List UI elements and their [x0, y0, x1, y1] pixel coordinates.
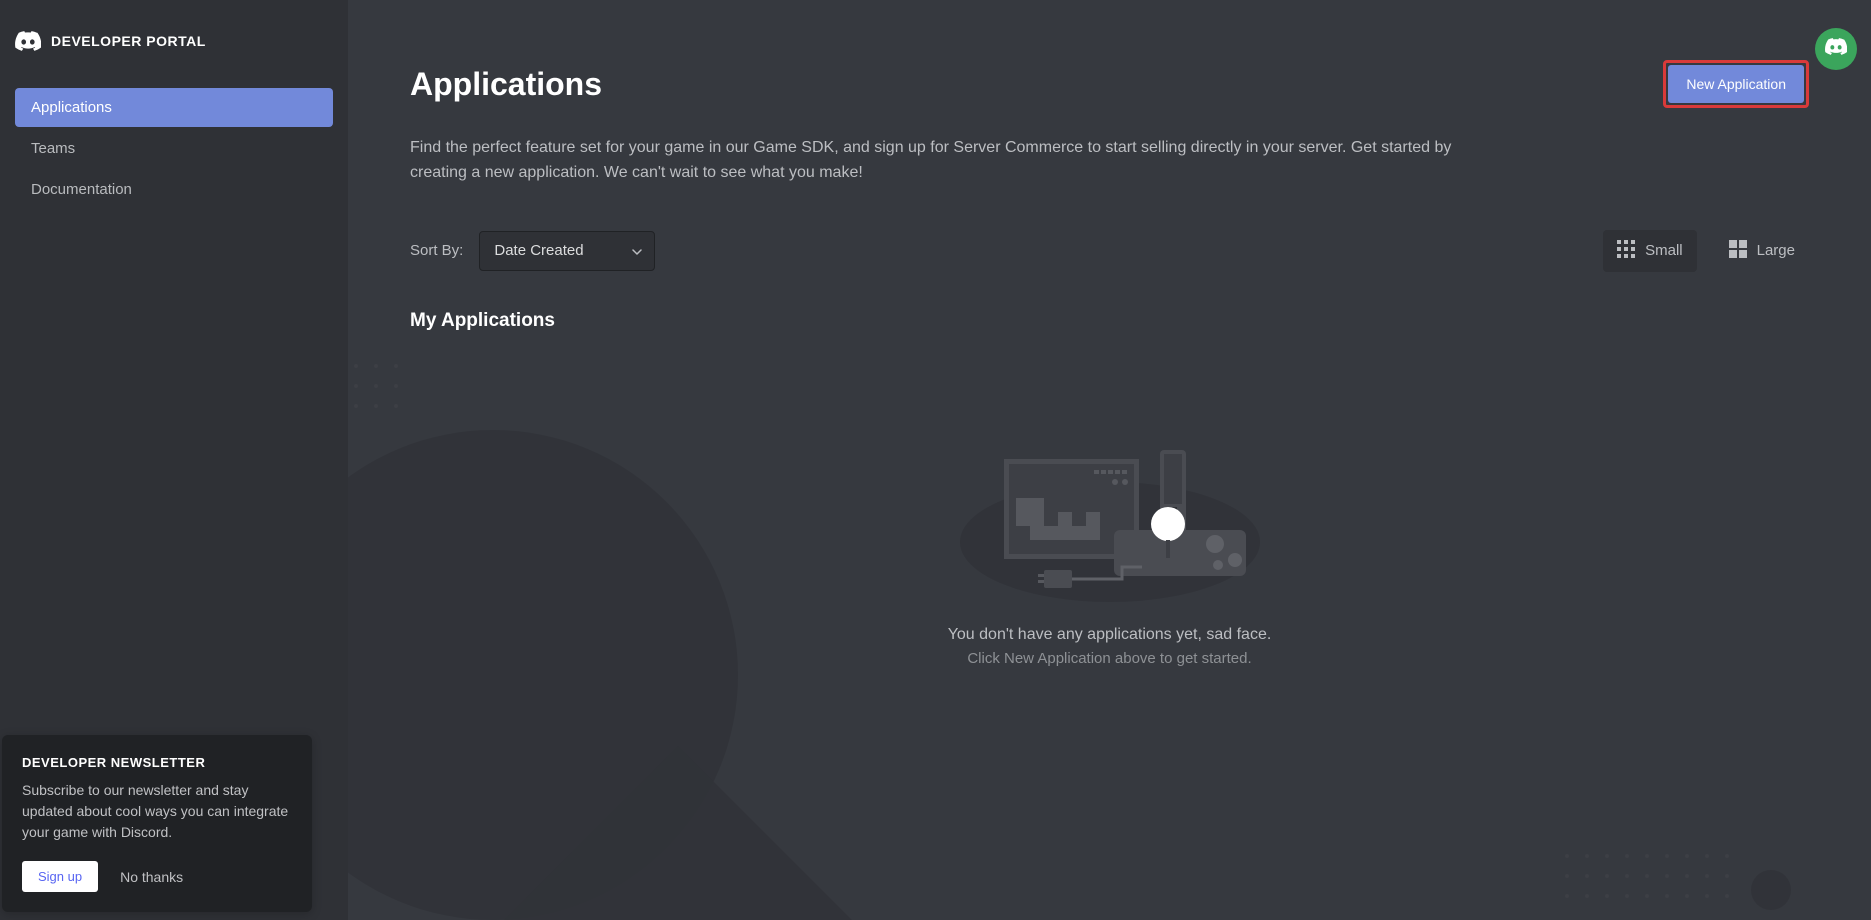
- empty-illustration-icon: [960, 422, 1260, 602]
- empty-hint: Click New Application above to get start…: [967, 650, 1251, 667]
- header-row: Applications New Application: [410, 60, 1809, 108]
- chevron-down-icon: [632, 242, 642, 260]
- newsletter-actions: Sign up No thanks: [22, 861, 292, 892]
- section-title: My Applications: [410, 310, 1809, 332]
- brand: DEVELOPER PORTAL: [0, 0, 348, 82]
- nav: Applications Teams Documentation: [0, 82, 348, 217]
- newsletter-card: DEVELOPER NEWSLETTER Subscribe to our ne…: [2, 735, 312, 912]
- grid-small-icon: [1617, 240, 1635, 262]
- empty-message: You don't have any applications yet, sad…: [948, 626, 1272, 644]
- nav-item-label: Teams: [31, 140, 75, 157]
- view-group: Small Large: [1603, 230, 1809, 272]
- newsletter-body: Subscribe to our newsletter and stay upd…: [22, 780, 292, 843]
- bg-dots-icon: [1561, 850, 1741, 910]
- sidebar: DEVELOPER PORTAL Applications Teams Docu…: [0, 0, 348, 920]
- sort-group: Sort By: Date Created: [410, 231, 655, 271]
- sort-select-value: Date Created: [494, 242, 583, 259]
- newsletter-title: DEVELOPER NEWSLETTER: [22, 755, 292, 770]
- avatar[interactable]: [1815, 28, 1857, 70]
- nothanks-button[interactable]: No thanks: [120, 869, 183, 885]
- view-small-button[interactable]: Small: [1603, 230, 1697, 272]
- nav-item-label: Documentation: [31, 181, 132, 198]
- grid-large-icon: [1729, 240, 1747, 262]
- nav-item-teams[interactable]: Teams: [15, 129, 333, 168]
- new-app-highlight: New Application: [1663, 60, 1809, 108]
- view-large-button[interactable]: Large: [1715, 230, 1809, 272]
- view-large-label: Large: [1757, 242, 1795, 259]
- sort-label: Sort By:: [410, 242, 463, 259]
- intro-text: Find the perfect feature set for your ga…: [410, 136, 1470, 186]
- signup-button[interactable]: Sign up: [22, 861, 98, 892]
- main: Applications New Application Find the pe…: [348, 0, 1871, 920]
- brand-title: DEVELOPER PORTAL: [51, 33, 206, 49]
- bg-square-icon: [494, 746, 862, 920]
- discord-logo-icon: [15, 28, 41, 54]
- nav-item-applications[interactable]: Applications: [15, 88, 333, 127]
- nav-item-documentation[interactable]: Documentation: [15, 170, 333, 209]
- new-application-button[interactable]: New Application: [1668, 65, 1804, 103]
- discord-logo-icon: [1825, 38, 1847, 60]
- empty-state: You don't have any applications yet, sad…: [410, 382, 1809, 667]
- content: Applications New Application Find the pe…: [348, 0, 1871, 667]
- controls-row: Sort By: Date Created: [410, 230, 1809, 272]
- view-small-label: Small: [1645, 242, 1683, 259]
- page-title: Applications: [410, 66, 602, 103]
- sort-select[interactable]: Date Created: [479, 231, 655, 271]
- nav-item-label: Applications: [31, 99, 112, 116]
- bg-circle-small-icon: [1751, 870, 1791, 910]
